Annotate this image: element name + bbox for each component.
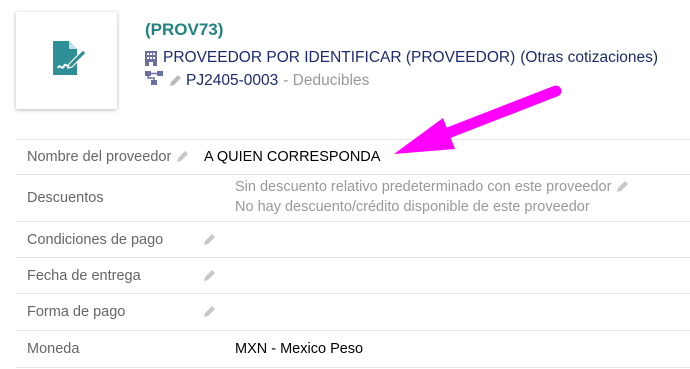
other-quotes-link[interactable]: (Otras cotizaciones) (520, 49, 658, 67)
field-row-payment-terms: Condiciones de pago (16, 222, 690, 258)
supplier-line: PROVEEDOR POR IDENTIFICAR (PROVEEDOR) (O… (145, 49, 658, 67)
pencil-icon[interactable] (202, 269, 216, 283)
discounts-label: Descuentos (27, 190, 104, 206)
delivery-date-label: Fecha de entrega (27, 267, 141, 284)
fields-table: Nombre del proveedor A QUIEN CORRESPONDA… (16, 139, 690, 368)
discount-line-2: No hay descuento/crédito disponible de e… (235, 199, 590, 215)
discount-line-1: Sin descuento relativo predeterminado co… (235, 179, 629, 195)
discount-text-1: Sin descuento relativo predeterminado co… (235, 179, 612, 195)
field-row-delivery-date: Fecha de entrega (16, 258, 690, 294)
supplier-contact-value: A QUIEN CORRESPONDA (204, 149, 381, 165)
field-label: Nombre del proveedor (27, 149, 189, 165)
project-tree-icon (145, 71, 163, 90)
payment-method-label: Forma de pago (27, 304, 126, 320)
field-row-supplier-contact: Nombre del proveedor A QUIEN CORRESPONDA (16, 139, 690, 175)
building-icon (145, 50, 157, 66)
project-category: - Deducibles (283, 71, 370, 89)
project-link[interactable]: PJ2405-0003 (186, 72, 278, 90)
pencil-icon[interactable] (202, 233, 216, 247)
currency-value: MXN - Mexico Peso (235, 341, 364, 357)
proposal-ref: (PROV73) (145, 20, 224, 39)
pencil-icon[interactable] (202, 305, 216, 319)
pencil-icon[interactable] (615, 180, 629, 194)
field-row-currency: Moneda MXN - Mexico Peso (16, 331, 690, 368)
pencil-icon[interactable] (168, 74, 182, 88)
document-thumbnail (16, 12, 117, 109)
payment-terms-label: Condiciones de pago (27, 231, 164, 248)
supplier-link[interactable]: PROVEEDOR POR IDENTIFICAR (PROVEEDOR) (163, 49, 515, 67)
project-line: PJ2405-0003 - Deducibles (145, 71, 369, 90)
field-row-discounts: Descuentos Sin descuento relativo predet… (16, 175, 690, 222)
pencil-icon[interactable] (175, 150, 189, 164)
supplier-contact-label: Nombre del proveedor (27, 149, 172, 165)
currency-label: Moneda (27, 341, 80, 357)
field-row-payment-method: Forma de pago (16, 294, 690, 331)
document-signature-icon (47, 38, 87, 83)
